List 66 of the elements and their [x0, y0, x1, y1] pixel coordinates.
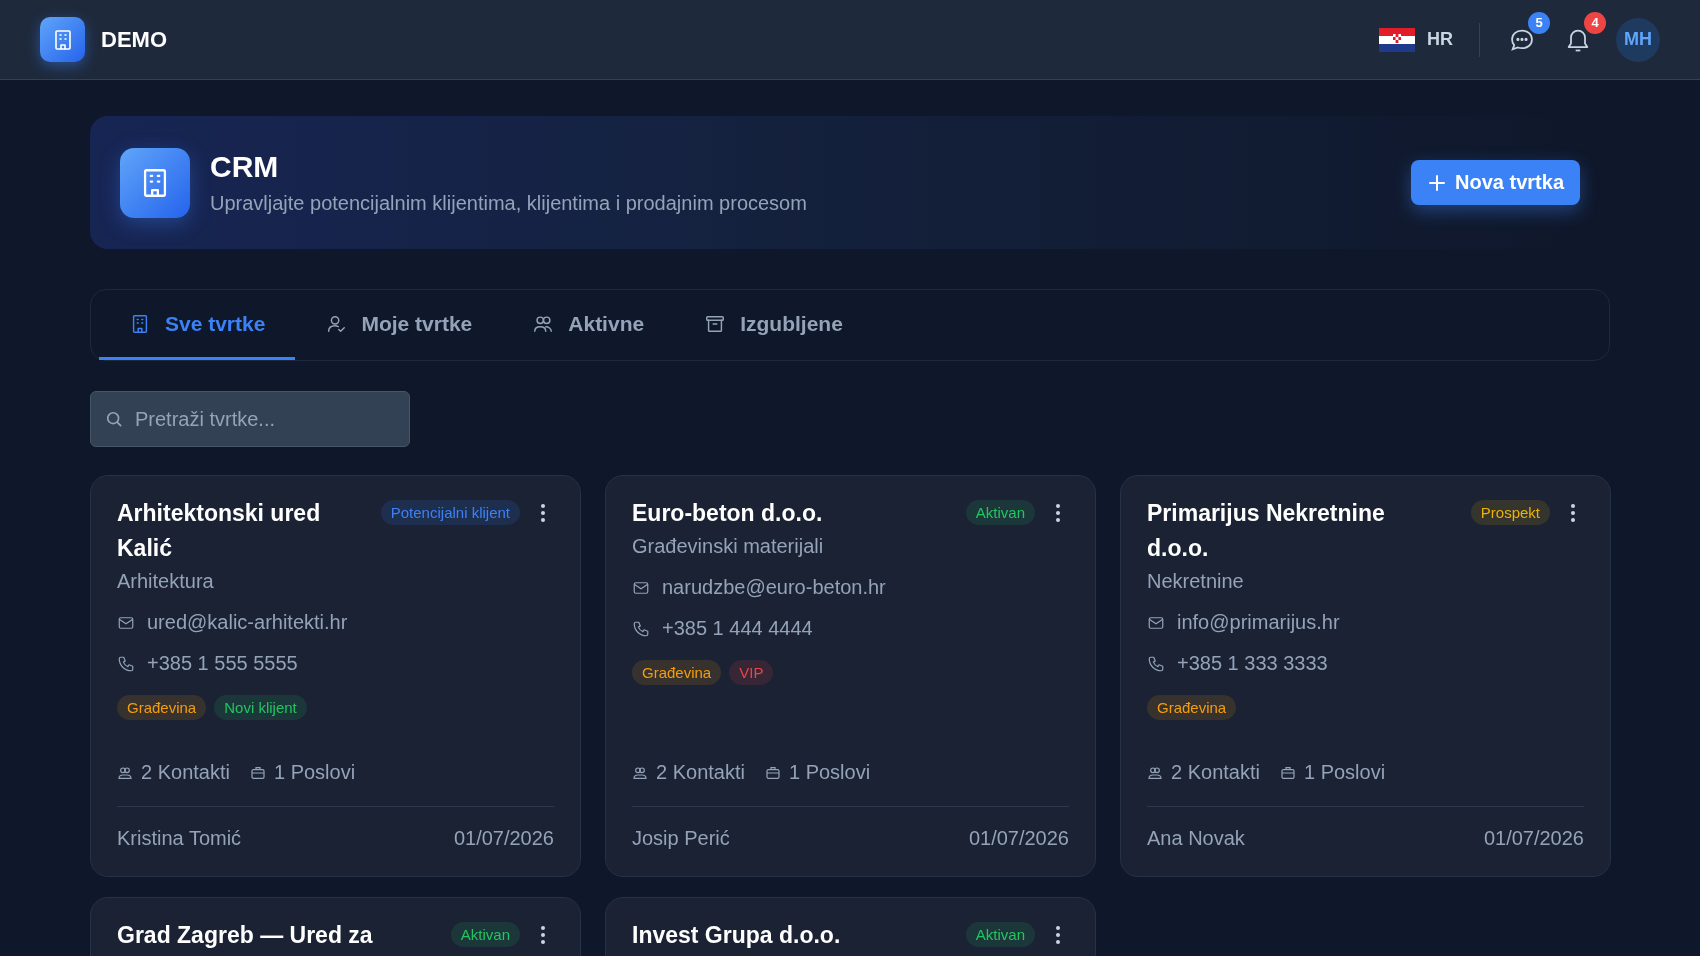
- email-text: info@primarijus.hr: [1177, 611, 1340, 634]
- tab[interactable]: Aktivne: [502, 290, 675, 360]
- flag-icon[interactable]: [1379, 27, 1415, 52]
- language-code[interactable]: HR: [1427, 29, 1453, 50]
- contacts-count: 2 Kontakti: [656, 761, 745, 784]
- deals-count: 1 Poslovi: [1303, 761, 1386, 784]
- industry-text: Arhitektura: [117, 570, 215, 593]
- users-icon: [117, 764, 133, 781]
- tag: Novi klijent: [214, 695, 307, 720]
- company-name: Euro-beton d.o.o.: [632, 499, 824, 528]
- tag: Građevina: [117, 695, 207, 720]
- status-badge: Aktivan: [965, 922, 1035, 947]
- phone-icon: [632, 619, 650, 638]
- owner-name: Josip Perić: [632, 827, 730, 850]
- briefcase-icon: [1279, 764, 1296, 781]
- company-card[interactable]: Invest Grupa d.o.o. Aktivan: [605, 897, 1096, 956]
- email-text: narudzbe@euro-beton.hr: [662, 576, 886, 599]
- date-text: 01/07/2026: [968, 827, 1069, 850]
- phone-icon: [1147, 654, 1165, 673]
- status-badge: Aktivan: [965, 500, 1035, 525]
- company-name: Arhitektonski ured Kalić: [117, 499, 322, 563]
- message-count-badge: 5: [1528, 11, 1550, 34]
- users-icon: [1147, 764, 1163, 781]
- company-name: Primarijus Nekretnine d.o.o.: [1147, 499, 1386, 563]
- search-field[interactable]: Pretraži tvrtke...: [90, 391, 410, 447]
- tab[interactable]: Sve tvrtke: [99, 290, 296, 360]
- plus-icon: [1427, 172, 1448, 193]
- company-name: Grad Zagreb — Ured za: [117, 921, 374, 950]
- deals-count: 1 Poslovi: [788, 761, 871, 784]
- deals-count: 1 Poslovi: [273, 761, 356, 784]
- company-card[interactable]: Primarijus Nekretnine d.o.o. Prospekt Nekretnine info@primarijus.hr +385 1 333 3333 Građevina 2 Kontakti 1 Poslovi Ana Novak 01/07/2026: [1120, 475, 1611, 877]
- tag: Građevina: [1147, 695, 1237, 720]
- users-icon: [632, 764, 648, 781]
- owner-name: Ana Novak: [1147, 827, 1245, 850]
- tag: Građevina: [632, 660, 722, 685]
- phone-text: +385 1 555 5555: [147, 652, 298, 675]
- app-logo[interactable]: [40, 17, 85, 62]
- status-badge: Aktivan: [450, 922, 520, 947]
- app-name: DEMO: [101, 26, 167, 53]
- company-card[interactable]: Grad Zagreb — Ured za Aktivan: [90, 897, 581, 956]
- briefcase-icon: [764, 764, 781, 781]
- email-text: ured@kalic-arhitekti.hr: [147, 611, 348, 634]
- notification-count-badge: 4: [1584, 11, 1606, 34]
- tag: VIP: [729, 660, 774, 685]
- status-badge: Potencijalni klijent: [380, 500, 520, 525]
- status-badge: Prospekt: [1470, 500, 1550, 525]
- contacts-count: 2 Kontakti: [141, 761, 230, 784]
- phone-icon: [117, 654, 135, 673]
- company-name: Invest Grupa d.o.o.: [632, 921, 842, 950]
- phone-text: +385 1 444 4444: [662, 617, 813, 640]
- page-title: CRM: [210, 150, 280, 184]
- user-avatar[interactable]: MH: [1616, 17, 1660, 62]
- date-text: 01/07/2026: [453, 827, 554, 850]
- briefcase-icon: [249, 764, 266, 781]
- date-text: 01/07/2026: [1483, 827, 1584, 850]
- company-card[interactable]: Euro-beton d.o.o. Aktivan Građevinski materijali narudzbe@euro-beton.hr +385 1 444 4444 Građevina VIP 2 Kontakti 1 Poslovi Josip Perić 01/07/2026: [605, 475, 1096, 877]
- page-subtitle: Upravljajte potencijalnim klijentima, klijentima i prodajnim procesom: [210, 192, 807, 215]
- tab[interactable]: Moje tvrtke: [295, 290, 503, 360]
- owner-name: Kristina Tomić: [117, 827, 242, 850]
- tab[interactable]: Izgubljene: [674, 290, 873, 360]
- industry-text: Građevinski materijali: [632, 535, 825, 558]
- contacts-count: 2 Kontakti: [1171, 761, 1260, 784]
- phone-text: +385 1 333 3333: [1177, 652, 1328, 675]
- new-company-button[interactable]: Nova tvrtka: [1411, 160, 1580, 205]
- company-card[interactable]: Arhitektonski ured Kalić Potencijalni klijent Arhitektura ured@kalic-arhitekti.hr +385 1 555 5555 Građevina Novi klijent 2 Kontakti 1 Poslovi Kristina Tomić 01/07/2026: [90, 475, 581, 877]
- industry-text: Nekretnine: [1147, 570, 1245, 593]
